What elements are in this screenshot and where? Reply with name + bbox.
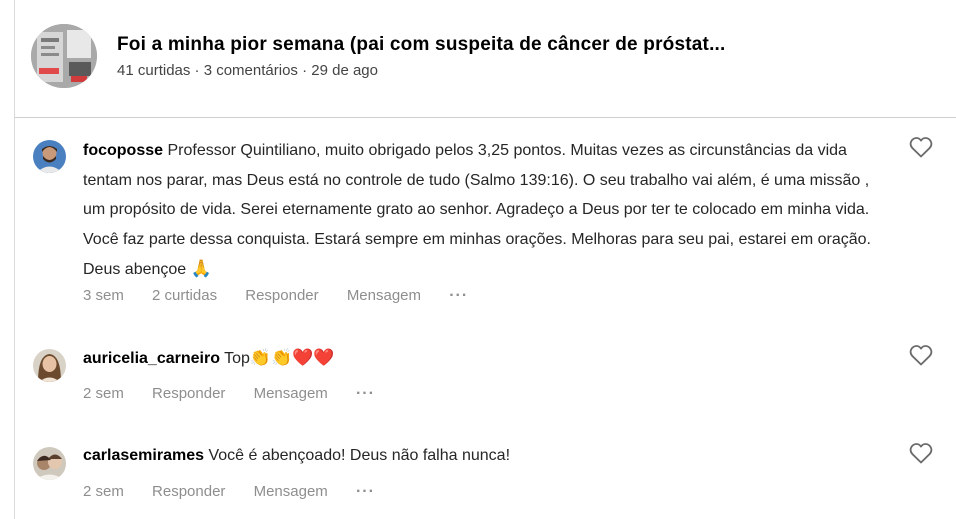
comment-text: focoposse Professor Quintiliano, muito o… <box>83 136 893 285</box>
comment-actions: 2 sem Responder Mensagem ··· <box>83 385 399 403</box>
message-button[interactable]: Mensagem <box>347 287 421 304</box>
message-button[interactable]: Mensagem <box>254 385 328 402</box>
comment-username[interactable]: focoposse <box>83 142 163 159</box>
comment-item: focoposse Professor Quintiliano, muito o… <box>15 118 956 318</box>
message-button[interactable]: Mensagem <box>254 483 328 500</box>
reply-button[interactable]: Responder <box>152 483 225 500</box>
comment-text: carlasemirames Você é abençoado! Deus nã… <box>83 441 893 471</box>
post-thumbnail[interactable] <box>31 24 97 88</box>
comment-body: Top <box>224 350 250 367</box>
like-heart-icon[interactable] <box>909 344 933 366</box>
comment-item: carlasemirames Você é abençoado! Deus nã… <box>15 430 956 519</box>
more-options-icon[interactable]: ··· <box>356 385 375 402</box>
comments-panel: Foi a minha pior semana (pai com suspeit… <box>14 0 956 519</box>
comment-time: 3 sem <box>83 287 124 304</box>
comment-actions: 2 sem Responder Mensagem ··· <box>83 483 399 501</box>
avatar[interactable] <box>33 447 66 480</box>
comment-time: 2 sem <box>83 483 124 500</box>
more-options-icon[interactable]: ··· <box>449 287 468 304</box>
comment-emoji: 🙏 <box>190 259 212 278</box>
comment-body: Professor Quintiliano, muito obrigado pe… <box>83 142 871 278</box>
avatar[interactable] <box>33 349 66 382</box>
reply-button[interactable]: Responder <box>245 287 318 304</box>
like-heart-icon[interactable] <box>909 136 933 158</box>
comment-item: auricelia_carneiro Top👏👏❤️❤️ 2 sem Respo… <box>15 330 956 420</box>
comment-actions: 3 sem 2 curtidas Responder Mensagem ··· <box>83 287 492 305</box>
comment-likes[interactable]: 2 curtidas <box>152 287 217 304</box>
comment-text: auricelia_carneiro Top👏👏❤️❤️ <box>83 343 893 374</box>
comment-username[interactable]: carlasemirames <box>83 447 204 464</box>
post-title[interactable]: Foi a minha pior semana (pai com suspeit… <box>117 34 726 56</box>
post-header: Foi a minha pior semana (pai com suspeit… <box>15 0 956 118</box>
like-heart-icon[interactable] <box>909 442 933 464</box>
comment-body: Você é abençoado! Deus não falha nunca! <box>208 447 511 464</box>
comment-username[interactable]: auricelia_carneiro <box>83 350 220 367</box>
comment-time: 2 sem <box>83 385 124 402</box>
more-options-icon[interactable]: ··· <box>356 483 375 500</box>
reply-button[interactable]: Responder <box>152 385 225 402</box>
avatar[interactable] <box>33 140 66 173</box>
post-meta: 41 curtidas · 3 comentários · 29 de ago <box>117 62 378 79</box>
comment-emoji: 👏👏❤️❤️ <box>249 348 335 367</box>
